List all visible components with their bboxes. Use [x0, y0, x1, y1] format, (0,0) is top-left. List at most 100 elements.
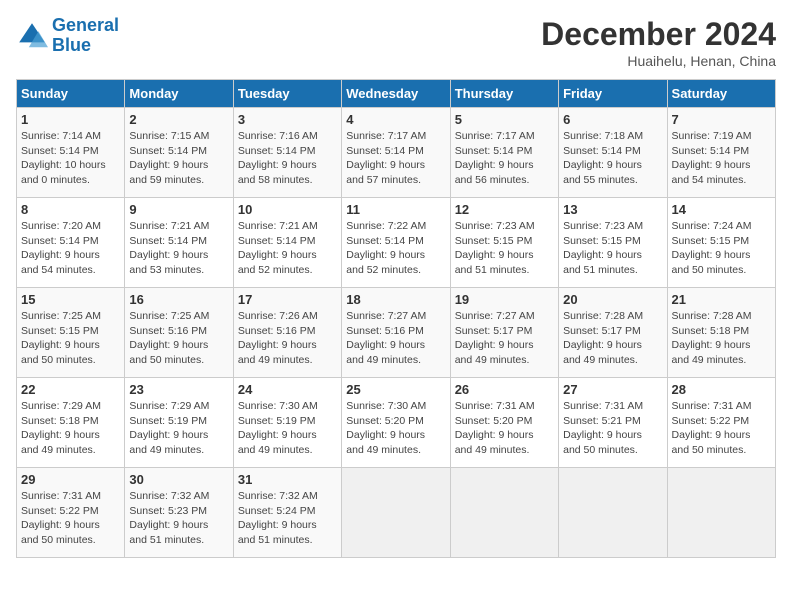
day-number: 24: [238, 382, 337, 397]
day-number: 12: [455, 202, 554, 217]
calendar-cell: 10 Sunrise: 7:21 AM Sunset: 5:14 PM Dayli…: [233, 198, 341, 288]
day-info: Sunrise: 7:23 AM Sunset: 5:15 PM Dayligh…: [455, 219, 554, 278]
day-number: 4: [346, 112, 445, 127]
day-info: Sunrise: 7:21 AM Sunset: 5:14 PM Dayligh…: [238, 219, 337, 278]
day-info: Sunrise: 7:19 AM Sunset: 5:14 PM Dayligh…: [672, 129, 771, 188]
calendar-cell: 4 Sunrise: 7:17 AM Sunset: 5:14 PM Daylig…: [342, 108, 450, 198]
logo-icon: [16, 20, 48, 52]
day-info: Sunrise: 7:23 AM Sunset: 5:15 PM Dayligh…: [563, 219, 662, 278]
day-info: Sunrise: 7:31 AM Sunset: 5:22 PM Dayligh…: [21, 489, 120, 548]
day-number: 30: [129, 472, 228, 487]
calendar-cell: 11 Sunrise: 7:22 AM Sunset: 5:14 PM Dayli…: [342, 198, 450, 288]
day-number: 20: [563, 292, 662, 307]
calendar-cell: 31 Sunrise: 7:32 AM Sunset: 5:24 PM Dayli…: [233, 468, 341, 558]
calendar-cell: 23Sunrise: 7:29 AM Sunset: 5:19 PM Dayli…: [125, 378, 233, 468]
calendar-cell: 22 Sunrise: 7:29 AM Sunset: 5:18 PM Dayli…: [17, 378, 125, 468]
day-info: Sunrise: 7:31 AM Sunset: 5:22 PM Dayligh…: [672, 399, 771, 458]
day-info: Sunrise: 7:29 AM Sunset: 5:18 PM Dayligh…: [21, 399, 120, 458]
day-number: 15: [21, 292, 120, 307]
day-number: 27: [563, 382, 662, 397]
day-number: 11: [346, 202, 445, 217]
day-header-saturday: Saturday: [667, 80, 775, 108]
day-header-thursday: Thursday: [450, 80, 558, 108]
day-info: Sunrise: 7:30 AM Sunset: 5:20 PM Dayligh…: [346, 399, 445, 458]
day-number: 19: [455, 292, 554, 307]
calendar-cell: 19Sunrise: 7:27 AM Sunset: 5:17 PM Dayli…: [450, 288, 558, 378]
day-number: 1: [21, 112, 120, 127]
calendar-cell: 8 Sunrise: 7:20 AM Sunset: 5:14 PM Daylig…: [17, 198, 125, 288]
day-number: 17: [238, 292, 337, 307]
calendar-cell: [342, 468, 450, 558]
calendar-cell: 20 Sunrise: 7:28 AM Sunset: 5:17 PM Dayli…: [559, 288, 667, 378]
calendar-cell: 3 Sunrise: 7:16 AM Sunset: 5:14 PM Daylig…: [233, 108, 341, 198]
day-info: Sunrise: 7:15 AM Sunset: 5:14 PM Dayligh…: [129, 129, 228, 188]
day-info: Sunrise: 7:22 AM Sunset: 5:14 PM Dayligh…: [346, 219, 445, 278]
calendar-cell: 5 Sunrise: 7:17 AM Sunset: 5:14 PM Daylig…: [450, 108, 558, 198]
day-header-wednesday: Wednesday: [342, 80, 450, 108]
calendar-table: SundayMondayTuesdayWednesdayThursdayFrid…: [16, 79, 776, 558]
day-number: 2: [129, 112, 228, 127]
day-info: Sunrise: 7:32 AM Sunset: 5:24 PM Dayligh…: [238, 489, 337, 548]
calendar-cell: 7 Sunrise: 7:19 AM Sunset: 5:14 PM Daylig…: [667, 108, 775, 198]
day-number: 26: [455, 382, 554, 397]
day-number: 31: [238, 472, 337, 487]
day-number: 3: [238, 112, 337, 127]
day-number: 6: [563, 112, 662, 127]
calendar-cell: 2 Sunrise: 7:15 AM Sunset: 5:14 PM Daylig…: [125, 108, 233, 198]
day-info: Sunrise: 7:29 AM Sunset: 5:19 PM Dayligh…: [129, 399, 228, 458]
calendar-header-row: SundayMondayTuesdayWednesdayThursdayFrid…: [17, 80, 776, 108]
day-info: Sunrise: 7:28 AM Sunset: 5:18 PM Dayligh…: [672, 309, 771, 368]
calendar-week-row: 22 Sunrise: 7:29 AM Sunset: 5:18 PM Dayli…: [17, 378, 776, 468]
calendar-cell: [667, 468, 775, 558]
day-info: Sunrise: 7:17 AM Sunset: 5:14 PM Dayligh…: [346, 129, 445, 188]
calendar-week-row: 1 Sunrise: 7:14 AM Sunset: 5:14 PM Daylig…: [17, 108, 776, 198]
day-number: 16: [129, 292, 228, 307]
title-block: December 2024 Huaihelu, Henan, China: [541, 16, 776, 69]
day-number: 29: [21, 472, 120, 487]
day-info: Sunrise: 7:28 AM Sunset: 5:17 PM Dayligh…: [563, 309, 662, 368]
day-header-friday: Friday: [559, 80, 667, 108]
calendar-cell: 27Sunrise: 7:31 AM Sunset: 5:21 PM Dayli…: [559, 378, 667, 468]
logo: General Blue: [16, 16, 119, 56]
day-number: 21: [672, 292, 771, 307]
calendar-cell: 29 Sunrise: 7:31 AM Sunset: 5:22 PM Dayli…: [17, 468, 125, 558]
calendar-cell: 9Sunrise: 7:21 AM Sunset: 5:14 PM Daylig…: [125, 198, 233, 288]
day-number: 14: [672, 202, 771, 217]
calendar-cell: 15 Sunrise: 7:25 AM Sunset: 5:15 PM Dayli…: [17, 288, 125, 378]
logo-text: General Blue: [52, 16, 119, 56]
day-info: Sunrise: 7:14 AM Sunset: 5:14 PM Dayligh…: [21, 129, 120, 188]
day-number: 18: [346, 292, 445, 307]
page-header: General Blue December 2024 Huaihelu, Hen…: [16, 16, 776, 69]
day-number: 25: [346, 382, 445, 397]
day-number: 22: [21, 382, 120, 397]
day-number: 10: [238, 202, 337, 217]
day-number: 7: [672, 112, 771, 127]
day-info: Sunrise: 7:20 AM Sunset: 5:14 PM Dayligh…: [21, 219, 120, 278]
calendar-cell: 25 Sunrise: 7:30 AM Sunset: 5:20 PM Dayli…: [342, 378, 450, 468]
calendar-cell: 16 Sunrise: 7:25 AM Sunset: 5:16 PM Dayli…: [125, 288, 233, 378]
day-number: 28: [672, 382, 771, 397]
day-number: 8: [21, 202, 120, 217]
day-number: 9: [129, 202, 228, 217]
calendar-week-row: 8 Sunrise: 7:20 AM Sunset: 5:14 PM Daylig…: [17, 198, 776, 288]
day-info: Sunrise: 7:30 AM Sunset: 5:19 PM Dayligh…: [238, 399, 337, 458]
day-info: Sunrise: 7:16 AM Sunset: 5:14 PM Dayligh…: [238, 129, 337, 188]
month-title: December 2024: [541, 16, 776, 53]
day-header-monday: Monday: [125, 80, 233, 108]
calendar-cell: 1 Sunrise: 7:14 AM Sunset: 5:14 PM Daylig…: [17, 108, 125, 198]
day-info: Sunrise: 7:25 AM Sunset: 5:16 PM Dayligh…: [129, 309, 228, 368]
day-number: 13: [563, 202, 662, 217]
location-subtitle: Huaihelu, Henan, China: [541, 53, 776, 69]
calendar-cell: 18Sunrise: 7:27 AM Sunset: 5:16 PM Dayli…: [342, 288, 450, 378]
calendar-week-row: 15 Sunrise: 7:25 AM Sunset: 5:15 PM Dayli…: [17, 288, 776, 378]
day-number: 5: [455, 112, 554, 127]
day-info: Sunrise: 7:32 AM Sunset: 5:23 PM Dayligh…: [129, 489, 228, 548]
day-info: Sunrise: 7:18 AM Sunset: 5:14 PM Dayligh…: [563, 129, 662, 188]
day-info: Sunrise: 7:25 AM Sunset: 5:15 PM Dayligh…: [21, 309, 120, 368]
calendar-cell: 6 Sunrise: 7:18 AM Sunset: 5:14 PM Daylig…: [559, 108, 667, 198]
day-info: Sunrise: 7:26 AM Sunset: 5:16 PM Dayligh…: [238, 309, 337, 368]
day-header-sunday: Sunday: [17, 80, 125, 108]
day-info: Sunrise: 7:17 AM Sunset: 5:14 PM Dayligh…: [455, 129, 554, 188]
calendar-cell: 28 Sunrise: 7:31 AM Sunset: 5:22 PM Dayli…: [667, 378, 775, 468]
calendar-cell: 12 Sunrise: 7:23 AM Sunset: 5:15 PM Dayli…: [450, 198, 558, 288]
